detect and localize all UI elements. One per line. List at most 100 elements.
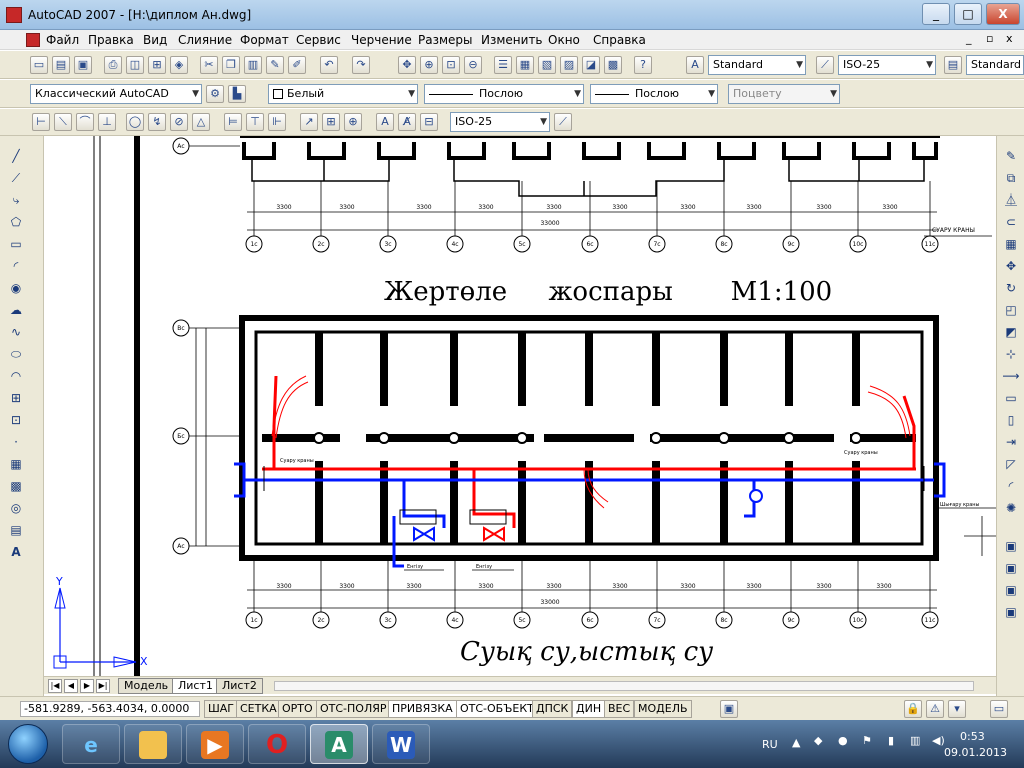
doc-restore-button[interactable]: ▫ [986, 32, 993, 45]
dim-linear-icon[interactable]: ⊢ [32, 113, 50, 131]
close-button[interactable]: X [986, 3, 1020, 25]
osnap-toggle[interactable]: ПРИВЯЗКА [388, 700, 457, 718]
opera-taskbar-button[interactable]: O [248, 724, 306, 764]
grid-toggle[interactable]: СЕТКА [236, 700, 281, 718]
tray-update-icon[interactable]: ● [838, 734, 848, 747]
revision-cloud-icon[interactable]: ☁ [6, 300, 26, 320]
save-icon[interactable]: ▣ [74, 56, 92, 74]
clock-time[interactable]: 0:53 [960, 730, 985, 743]
hatch-icon[interactable]: ▦ [6, 454, 26, 474]
tray-flag-icon[interactable]: ⚑ [862, 734, 872, 747]
dim-style-icon[interactable]: ⟋ [816, 56, 834, 74]
dim-style-select-2[interactable]: ISO-25 ▼ [450, 112, 550, 132]
plotstyle-select[interactable]: Поцвету ▼ [728, 84, 840, 104]
region-icon[interactable]: ◎ [6, 498, 26, 518]
tab-sheet2[interactable]: Лист2 [216, 678, 263, 694]
copy-object-icon[interactable]: ⧉ [1001, 168, 1021, 188]
polygon-icon[interactable]: ⬠ [6, 212, 26, 232]
layout-view-icon-4[interactable]: ▣ [1001, 602, 1021, 622]
construction-line-icon[interactable]: ⟋ [6, 168, 26, 188]
menu-edit[interactable]: Правка [88, 33, 134, 47]
markup-icon[interactable]: ◪ [582, 56, 600, 74]
ducs-toggle[interactable]: ДПСК [532, 700, 573, 718]
menu-help[interactable]: Справка [593, 33, 646, 47]
snap-toggle[interactable]: ШАГ [204, 700, 238, 718]
dyn-toggle[interactable]: ДИН [572, 700, 606, 718]
menu-window[interactable]: Окно [548, 33, 580, 47]
chamfer-icon[interactable]: ◸ [1001, 454, 1021, 474]
menu-modify[interactable]: Изменить [481, 33, 543, 47]
menu-tools[interactable]: Сервис [296, 33, 341, 47]
menu-dimension[interactable]: Размеры [418, 33, 473, 47]
pan-icon[interactable]: ✥ [398, 56, 416, 74]
design-center-icon[interactable]: ▦ [516, 56, 534, 74]
tool-palettes-icon[interactable]: ▧ [538, 56, 556, 74]
clean-screen-icon[interactable]: ▭ [990, 700, 1008, 718]
explode-icon[interactable]: ✺ [1001, 498, 1021, 518]
preview-icon[interactable]: ◫ [126, 56, 144, 74]
layer-manager-icon[interactable]: ▙ [228, 85, 246, 103]
sheet-set-icon[interactable]: ▨ [560, 56, 578, 74]
table-icon[interactable]: ▤ [6, 520, 26, 540]
workspace-select[interactable]: Классический AutoCAD ▼ [30, 84, 202, 104]
dim-text-edit-icon[interactable]: A̸ [398, 113, 416, 131]
undo-icon[interactable]: ↶ [320, 56, 338, 74]
drawing-canvas[interactable]: 3300 3300 3300 3300 3300 3300 3300 3300 … [44, 136, 996, 676]
print-icon[interactable]: ⎙ [104, 56, 122, 74]
network-icon[interactable]: ▥ [910, 734, 920, 747]
zoom-realtime-icon[interactable]: ⊕ [420, 56, 438, 74]
line-icon[interactable]: ╱ [6, 146, 26, 166]
rotate-icon[interactable]: ↻ [1001, 278, 1021, 298]
copy-icon[interactable]: ❐ [222, 56, 240, 74]
gradient-icon[interactable]: ▩ [6, 476, 26, 496]
first-tab-icon[interactable]: |◀ [48, 679, 62, 693]
tolerance-icon[interactable]: ⊞ [322, 113, 340, 131]
extend-icon[interactable]: ⟶ [1001, 366, 1021, 386]
lock-icon[interactable]: 🔒 [904, 700, 922, 718]
polar-toggle[interactable]: ОТС-ПОЛЯР [316, 700, 391, 718]
linetype-select[interactable]: Послою ▼ [424, 84, 584, 104]
dim-arc-icon[interactable]: ⌒ [76, 113, 94, 131]
dim-update-icon[interactable]: ⊟ [420, 113, 438, 131]
doc-close-button[interactable]: x [1006, 32, 1013, 45]
table-style-icon[interactable]: ▤ [944, 56, 962, 74]
make-block-icon[interactable]: ⊡ [6, 410, 26, 430]
battery-icon[interactable]: ▮ [888, 734, 894, 747]
annotation-icon[interactable]: ⚠ [926, 700, 944, 718]
color-select[interactable]: Белый ▼ [268, 84, 418, 104]
maximize-button[interactable]: □ [954, 3, 982, 25]
maximize-viewport-icon[interactable]: ▣ [720, 700, 738, 718]
menu-view[interactable]: Вид [143, 33, 167, 47]
break-icon[interactable]: ▭ [1001, 388, 1021, 408]
3d-dwf-icon[interactable]: ◈ [170, 56, 188, 74]
layout-view-icon-3[interactable]: ▣ [1001, 580, 1021, 600]
calculator-icon[interactable]: ▩ [604, 56, 622, 74]
tray-settings-icon[interactable]: ▾ [948, 700, 966, 718]
redo-icon[interactable]: ↷ [352, 56, 370, 74]
table-style-select[interactable]: Standard [966, 55, 1024, 75]
ortho-toggle[interactable]: ОРТО [278, 700, 317, 718]
model-toggle[interactable]: МОДЕЛЬ [634, 700, 692, 718]
dim-style-select[interactable]: ISO-25 ▼ [838, 55, 936, 75]
clock-date[interactable]: 09.01.2013 [944, 746, 1007, 759]
break-at-point-icon[interactable]: ▯ [1001, 410, 1021, 430]
help-icon[interactable]: ? [634, 56, 652, 74]
last-tab-icon[interactable]: ▶| [96, 679, 110, 693]
offset-icon[interactable]: ⊂ [1001, 212, 1021, 232]
tab-sheet1[interactable]: Лист1 [172, 678, 219, 694]
dim-edit-icon[interactable]: A [376, 113, 394, 131]
quick-leader-icon[interactable]: ↗ [300, 113, 318, 131]
arc-icon[interactable]: ◜ [6, 256, 26, 276]
fillet-icon[interactable]: ◜ [1001, 476, 1021, 496]
publish-icon[interactable]: ⊞ [148, 56, 166, 74]
menu-insert[interactable]: Слияние [178, 33, 232, 47]
quick-dim-icon[interactable]: ⊨ [224, 113, 242, 131]
mirror-icon[interactable]: ⏅ [1001, 190, 1021, 210]
array-icon[interactable]: ▦ [1001, 234, 1021, 254]
polyline-icon[interactable]: ⤷ [6, 190, 26, 210]
volume-icon[interactable]: ◀) [932, 734, 945, 747]
language-indicator[interactable]: RU [762, 738, 778, 751]
move-icon[interactable]: ✥ [1001, 256, 1021, 276]
tab-model[interactable]: Модель [118, 678, 175, 694]
paste-icon[interactable]: ▥ [244, 56, 262, 74]
